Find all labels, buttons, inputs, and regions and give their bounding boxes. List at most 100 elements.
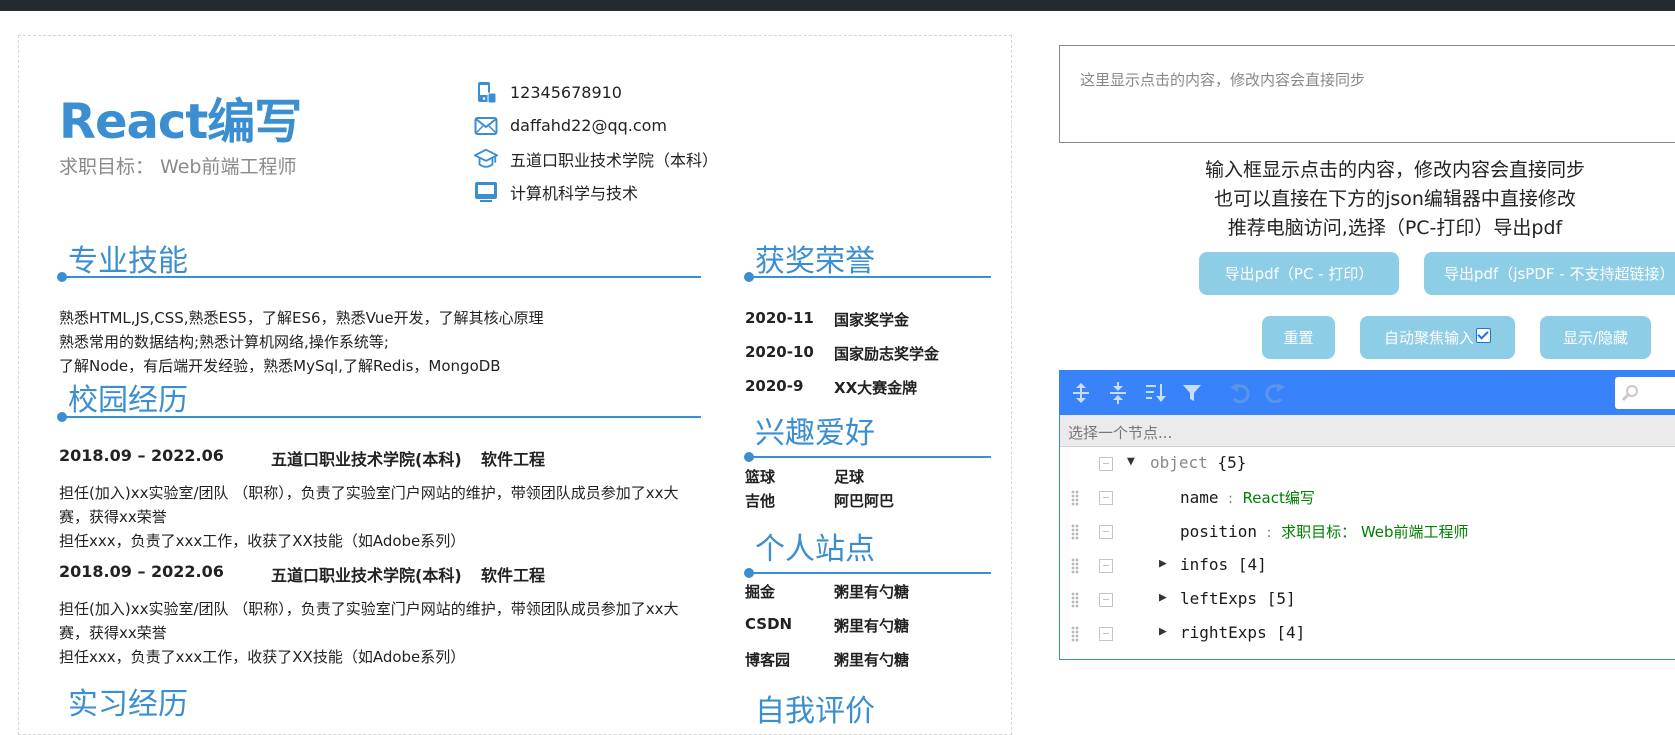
collapse-all-icon[interactable] (1105, 381, 1131, 405)
section-title-campus[interactable]: 校园经历 (68, 375, 188, 419)
filter-icon[interactable] (1179, 381, 1205, 405)
experience-header[interactable]: 2018.09 – 2022.06 五道口职业技术学院(本科) 软件工程 (59, 562, 545, 586)
award-name: XX大赛金牌 (834, 379, 918, 397)
autofocus-toggle[interactable]: 自动聚焦输入 (1360, 316, 1515, 359)
tree-root-count: {5} (1217, 453, 1247, 472)
context-menu-button[interactable] (1099, 627, 1113, 641)
export-pdf-jspdf-button[interactable]: 导出pdf（jsPDF - 不支持超链接） (1424, 252, 1675, 295)
drag-handle-icon[interactable] (1071, 626, 1079, 642)
tree-row[interactable]: ▶ rightExps [4] (1060, 617, 1675, 651)
tree-key[interactable]: infos (1180, 555, 1228, 574)
sort-icon[interactable] (1142, 381, 1168, 405)
site-name: 掘金 (745, 583, 776, 601)
experience-desc-line[interactable]: 担任(加入)xx实验室/团队 （职称），负责了实验室门户网站的维护，带领团队成员… (59, 597, 689, 645)
content-input[interactable]: 这里显示点击的内容，修改内容会直接同步 (1059, 45, 1675, 143)
json-editor: 选择一个节点... ▼ object {5} name : React编写 po… (1059, 370, 1675, 660)
info-email[interactable]: daffahd22@qq.com (474, 109, 718, 142)
experience-desc-line[interactable]: 担任(加入)xx实验室/团队 （职称），负责了实验室门户网站的维护，带领团队成员… (59, 481, 689, 529)
editor-toolbar (1060, 371, 1675, 415)
award-date: 2020-10 (745, 343, 814, 361)
tree-count: [4] (1237, 555, 1267, 574)
expand-arrow-icon[interactable]: ▶ (1159, 624, 1167, 639)
section-title-internship[interactable]: 实习经历 (68, 679, 188, 723)
skill-item[interactable]: 熟悉HTML,JS,CSS,熟悉ES5，了解ES6，熟悉Vue开发，了解其核心原… (59, 306, 544, 330)
award-item[interactable]: 2020-9 XX大赛金牌 (745, 377, 917, 398)
context-menu-button[interactable] (1099, 491, 1113, 505)
undo-icon[interactable] (1226, 381, 1252, 405)
reset-button[interactable]: 重置 (1262, 316, 1335, 359)
context-menu-button[interactable] (1099, 593, 1113, 607)
context-menu-button[interactable] (1099, 525, 1113, 539)
content-input-placeholder: 这里显示点击的内容，修改内容会直接同步 (1080, 71, 1366, 89)
site-item[interactable]: CSDN 粥里有勺糖 (745, 615, 909, 636)
tree-value[interactable]: React编写 (1243, 489, 1315, 507)
info-phone[interactable]: 12345678910 (474, 76, 718, 109)
redo-icon[interactable] (1263, 381, 1289, 405)
skill-item[interactable]: 熟悉常用的数据结构;熟悉计算机网络,操作系统等; (59, 330, 544, 354)
section-divider (748, 456, 991, 458)
navbar-placeholder: 选择一个节点... (1068, 424, 1173, 442)
context-menu-button[interactable] (1099, 559, 1113, 573)
contact-info: 12345678910 daffahd22@qq.com 五道口职业技术学院（本… (474, 76, 718, 208)
tree-root-type: object (1150, 453, 1208, 472)
site-account: 粥里有勺糖 (834, 617, 910, 635)
tree-key[interactable]: position (1180, 522, 1257, 541)
editor-search-input[interactable] (1615, 377, 1675, 409)
award-item[interactable]: 2020-10 国家励志奖学金 (745, 343, 939, 364)
hobby-row[interactable]: 篮球 足球 (745, 466, 864, 487)
drag-handle-icon[interactable] (1071, 524, 1079, 540)
experience-school: 五道口职业技术学院(本科) (271, 566, 462, 585)
autofocus-checkbox[interactable] (1476, 328, 1491, 343)
tree-row[interactable]: name : React编写 (1060, 481, 1675, 515)
hobby-row[interactable]: 吉他 阿巴阿巴 (745, 490, 894, 511)
tree-row[interactable]: position : 求职目标： Web前端工程师 (1060, 515, 1675, 549)
section-title-awards[interactable]: 获奖荣誉 (755, 236, 875, 280)
tree-row[interactable]: ▶ infos [4] (1060, 549, 1675, 583)
hobby-item: 阿巴阿巴 (834, 492, 895, 510)
drag-handle-icon[interactable] (1071, 558, 1079, 574)
tree-row-root[interactable]: ▼ object {5} (1060, 447, 1675, 481)
experience-header[interactable]: 2018.09 – 2022.06 五道口职业技术学院(本科) 软件工程 (59, 446, 545, 470)
collapse-arrow-icon[interactable]: ▼ (1127, 454, 1135, 469)
drag-handle-icon[interactable] (1071, 592, 1079, 608)
info-major[interactable]: 计算机科学与技术 (474, 175, 718, 208)
context-menu-button[interactable] (1099, 457, 1113, 471)
section-title-hobbies[interactable]: 兴趣爱好 (755, 408, 875, 452)
top-bar (0, 0, 1675, 11)
site-account: 粥里有勺糖 (834, 651, 910, 669)
toggle-visibility-button[interactable]: 显示/隐藏 (1540, 316, 1651, 359)
section-divider (61, 416, 701, 418)
experience-major: 软件工程 (481, 566, 546, 585)
tree-key[interactable]: leftExps (1180, 589, 1257, 608)
editor-navbar[interactable]: 选择一个节点... (1060, 415, 1675, 447)
section-title-skills[interactable]: 专业技能 (68, 236, 188, 280)
experience-desc-line[interactable]: 担任xxx，负责了xxx工作，收获了XX技能（如Adobe系列） (59, 645, 689, 669)
experience-desc-line[interactable]: 担任xxx，负责了xxx工作，收获了XX技能（如Adobe系列） (59, 529, 689, 553)
expand-arrow-icon[interactable]: ▶ (1159, 590, 1167, 605)
section-title-evaluation[interactable]: 自我评价 (755, 686, 875, 730)
tree-value[interactable]: 求职目标： Web前端工程师 (1281, 523, 1468, 541)
search-icon (1621, 384, 1639, 406)
tree-key[interactable]: rightExps (1180, 623, 1267, 642)
resume-name[interactable]: React编写 (59, 82, 302, 152)
hint-line: 输入框显示点击的内容，修改内容会直接同步 (1204, 159, 1585, 181)
hobby-item: 吉他 (745, 492, 776, 510)
tree-row[interactable]: ▶ leftExps [5] (1060, 583, 1675, 617)
drag-handle-icon[interactable] (1071, 490, 1079, 506)
award-item[interactable]: 2020-11 国家奖学金 (745, 309, 909, 330)
award-name: 国家奖学金 (834, 311, 910, 329)
resume-position[interactable]: 求职目标： Web前端工程师 (59, 152, 296, 179)
skills-list: 熟悉HTML,JS,CSS,熟悉ES5，了解ES6，熟悉Vue开发，了解其核心原… (59, 306, 544, 378)
site-item[interactable]: 博客园 粥里有勺糖 (745, 649, 909, 670)
section-title-sites[interactable]: 个人站点 (755, 524, 875, 568)
site-item[interactable]: 掘金 粥里有勺糖 (745, 581, 909, 602)
site-name: 博客园 (745, 651, 791, 669)
expand-all-icon[interactable] (1068, 381, 1094, 405)
tree-key[interactable]: name (1180, 488, 1219, 507)
experience-date: 2018.09 – 2022.06 (59, 562, 224, 581)
export-pdf-print-button[interactable]: 导出pdf（PC - 打印） (1199, 252, 1399, 295)
tree-count: [4] (1276, 623, 1306, 642)
resume-preview: React编写 求职目标： Web前端工程师 12345678910 daffa… (18, 35, 1012, 735)
expand-arrow-icon[interactable]: ▶ (1159, 556, 1167, 571)
info-school[interactable]: 五道口职业技术学院（本科） (474, 142, 718, 175)
